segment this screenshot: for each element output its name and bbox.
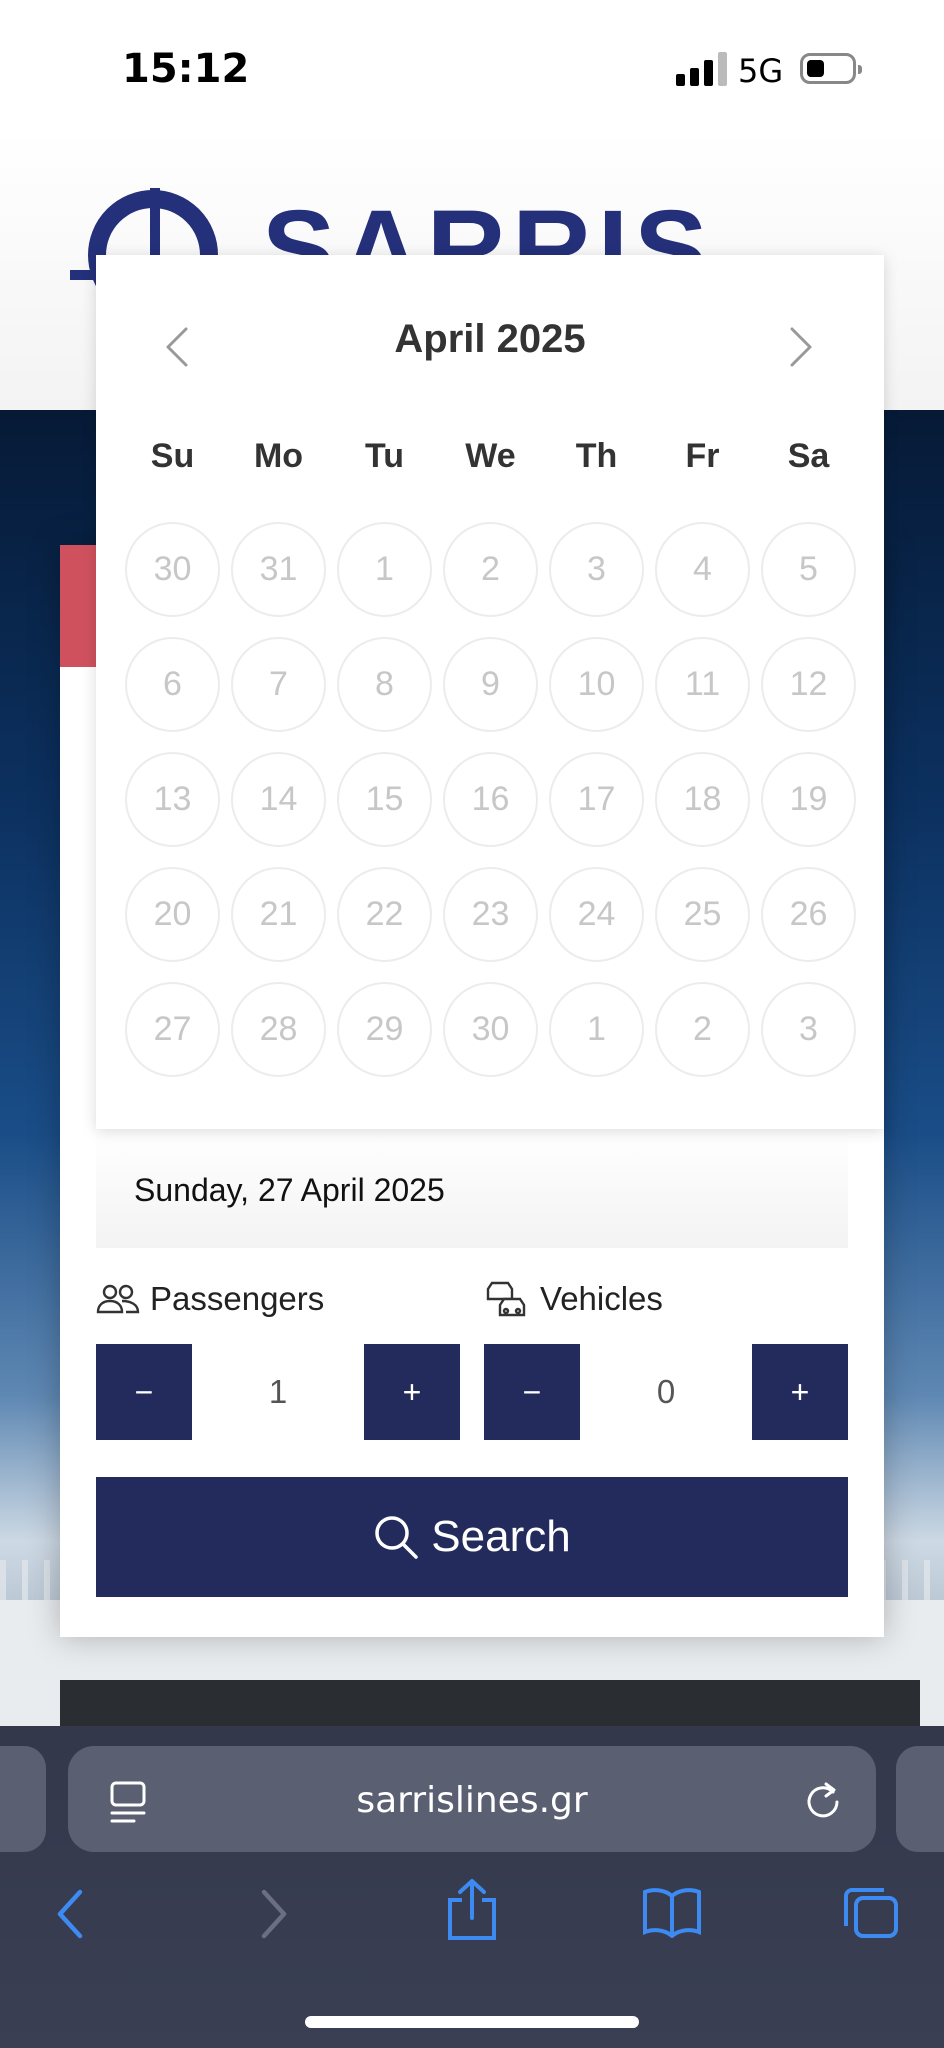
calendar-day[interactable]: 14 [231,752,326,847]
forward-icon[interactable] [256,1886,292,1942]
calendar-day[interactable]: 15 [337,752,432,847]
calendar-day[interactable]: 22 [337,867,432,962]
calendar-weekday-row: Su Mo Tu We Th Fr Sa [125,437,856,476]
calendar-day[interactable]: 29 [337,982,432,1077]
calendar-day[interactable]: 12 [761,637,856,732]
battery-icon [800,53,862,84]
calendar-day[interactable]: 24 [549,867,644,962]
users-icon [96,1284,140,1314]
calendar-day[interactable]: 28 [231,982,326,1077]
calendar-day[interactable]: 8 [337,637,432,732]
tabs-icon[interactable] [842,1884,900,1940]
calendar-day[interactable]: 25 [655,867,750,962]
weekday-label: Tu [364,437,404,475]
ferry-windows [60,1680,920,1726]
address-bar[interactable]: sarrislines.gr [68,1746,876,1852]
selected-date: Sunday, 27 April 2025 [134,1172,445,1208]
next-tab-preview[interactable] [896,1746,944,1852]
calendar-day[interactable]: 11 [655,637,750,732]
cellular-signal-icon [676,52,727,86]
weekday-label: Su [150,437,195,475]
status-time: 15:12 [122,46,250,92]
search-button[interactable]: Search [96,1477,848,1597]
cars-icon [486,1281,526,1317]
status-bar: 15:12 5G [0,0,944,130]
vehicles-count[interactable]: 0 [580,1344,752,1440]
calendar-day[interactable]: 3 [761,982,856,1077]
passengers-label-text: Passengers [150,1280,325,1317]
calendar-day[interactable]: 18 [655,752,750,847]
share-icon[interactable] [444,1878,500,1942]
weekday-label: Th [575,437,618,475]
calendar-day[interactable]: 30 [125,522,220,617]
calendar-day[interactable]: 3 [549,522,644,617]
bookmarks-icon[interactable] [642,1886,702,1938]
previous-tab-preview[interactable] [0,1746,46,1852]
passengers-label: Passengers [96,1280,324,1318]
vehicles-label: Vehicles [484,1280,663,1318]
back-icon[interactable] [52,1886,88,1942]
calendar-month-title: April 2025 [394,317,586,361]
passengers-count[interactable]: 1 [192,1344,364,1440]
calendar-day[interactable]: 30 [443,982,538,1077]
passengers-plus-button[interactable]: + [364,1344,460,1440]
url-text: sarrislines.gr [356,1780,588,1821]
network-type: 5G [738,52,784,90]
calendar-day[interactable]: 21 [231,867,326,962]
home-indicator[interactable] [305,2016,639,2028]
weekday-label: Sa [787,437,830,475]
calendar-day-grid: 30 31 1 2 3 4 5 6 7 8 9 10 11 12 13 14 1… [125,522,856,1077]
calendar-day[interactable]: 4 [655,522,750,617]
calendar-day[interactable]: 7 [231,637,326,732]
calendar-day[interactable]: 1 [549,982,644,1077]
search-button-label: Search [431,1512,571,1561]
calendar-day[interactable]: 31 [231,522,326,617]
calendar-day[interactable]: 19 [761,752,856,847]
calendar-day[interactable]: 23 [443,867,538,962]
weekday-label: We [465,437,516,475]
passengers-minus-button[interactable]: − [96,1344,192,1440]
search-icon [375,1516,419,1559]
calendar-day[interactable]: 16 [443,752,538,847]
calendar-day[interactable]: 2 [655,982,750,1077]
next-month-icon[interactable] [784,317,820,377]
vehicles-plus-button[interactable]: + [752,1344,848,1440]
calendar-day[interactable]: 27 [125,982,220,1077]
calendar-day[interactable]: 2 [443,522,538,617]
calendar-day[interactable]: 20 [125,867,220,962]
calendar-day[interactable]: 9 [443,637,538,732]
weekday-label: Fr [685,437,720,475]
browser-toolbar: sarrislines.gr [0,1726,944,2048]
calendar-day[interactable]: 1 [337,522,432,617]
calendar-day[interactable]: 10 [549,637,644,732]
calendar-day[interactable]: 5 [761,522,856,617]
calendar-day[interactable]: 26 [761,867,856,962]
active-tab-indicator [60,545,100,667]
vehicles-label-text: Vehicles [540,1280,663,1317]
vehicles-stepper: − 0 + [484,1344,848,1440]
reload-icon[interactable] [802,1778,842,1822]
calendar-day[interactable]: 17 [549,752,644,847]
date-picker-popup: April 2025 Su Mo Tu We Th Fr Sa 30 31 1 … [96,255,884,1129]
departure-date-field[interactable]: Sunday, 27 April 2025 [96,1130,848,1248]
passengers-stepper: − 1 + [96,1344,460,1440]
calendar-day[interactable]: 6 [125,637,220,732]
weekday-label: Mo [253,437,304,475]
vehicles-minus-button[interactable]: − [484,1344,580,1440]
calendar-day[interactable]: 13 [125,752,220,847]
